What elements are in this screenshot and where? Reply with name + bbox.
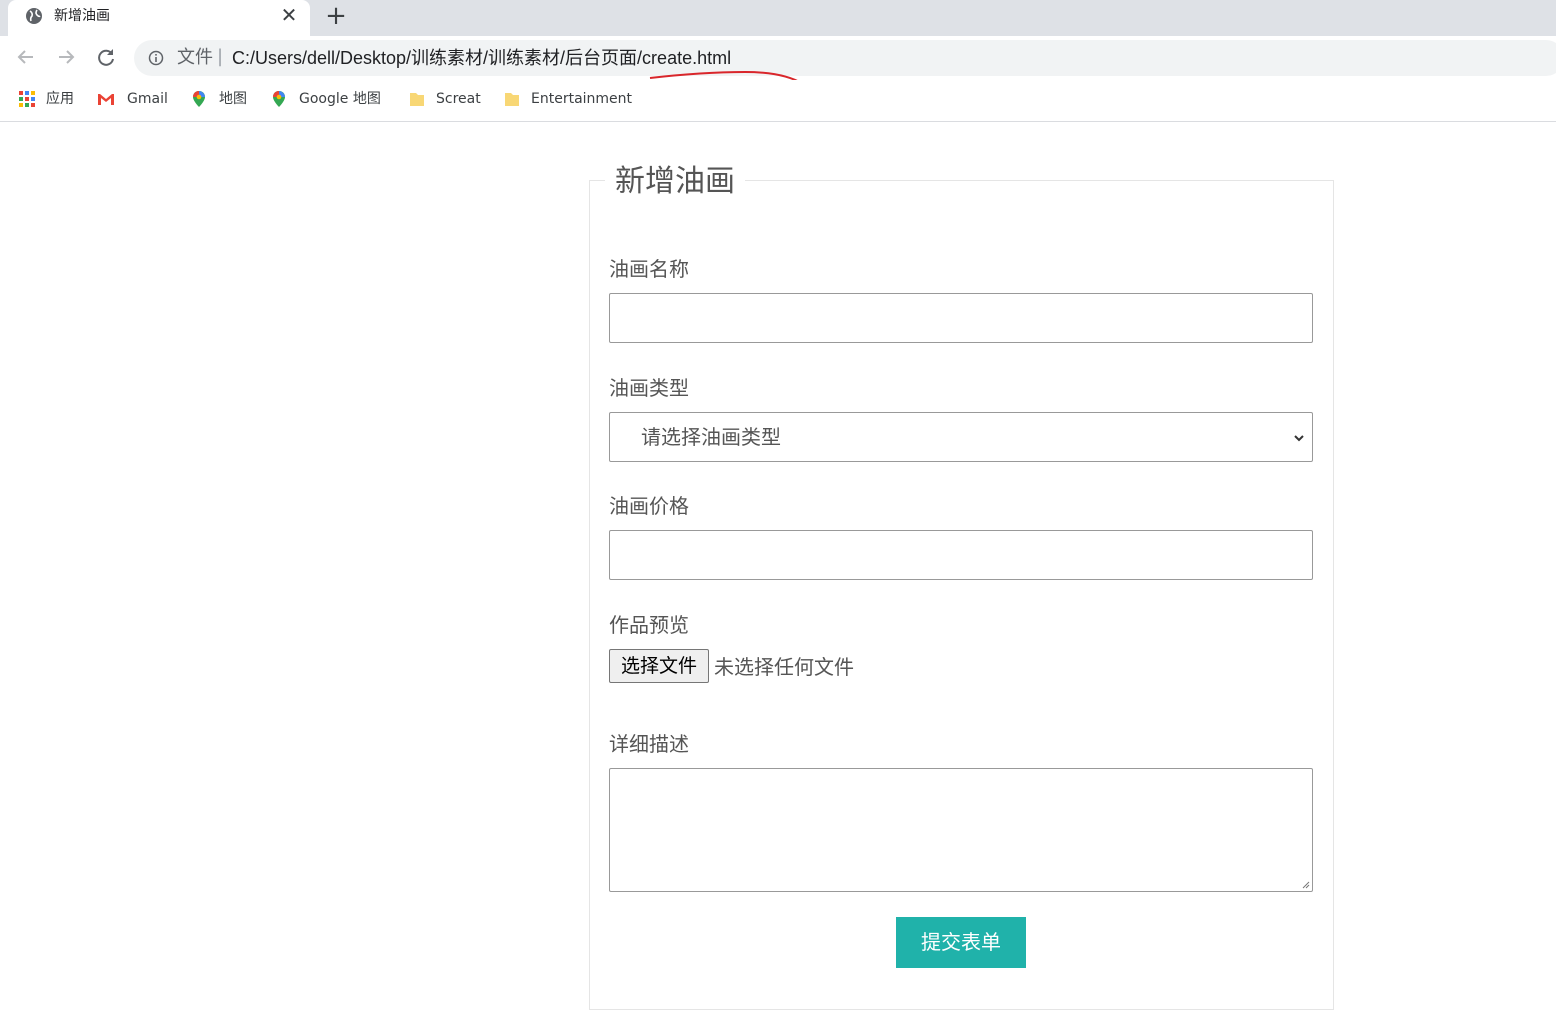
reload-icon[interactable] (93, 44, 119, 70)
info-icon[interactable] (148, 50, 164, 66)
bookmark-maps[interactable]: 地图 (190, 88, 252, 110)
chevron-down-icon (1294, 435, 1304, 442)
back-arrow-icon[interactable] (13, 44, 39, 70)
folder-icon (410, 93, 424, 106)
bookmark-folder-screat[interactable]: Screat (408, 88, 486, 110)
painting-price-label: 油画价格 (609, 494, 689, 518)
browser-tab[interactable]: 新增油画 ✕ (8, 0, 310, 36)
bookmark-google-maps[interactable]: Google 地图 (270, 88, 392, 110)
resize-grip-icon[interactable] (1300, 879, 1310, 889)
tab-strip: 新增油画 ✕ + (0, 0, 1556, 36)
select-value: 请选择油画类型 (641, 425, 781, 449)
new-tab-icon[interactable]: + (322, 2, 350, 30)
painting-name-label: 油画名称 (609, 257, 689, 281)
scheme-separator: | (217, 46, 224, 67)
choose-file-button[interactable]: 选择文件 (609, 649, 709, 683)
bookmark-gmail[interactable]: Gmail (97, 88, 172, 110)
maps-pin-icon (193, 91, 205, 107)
address-bar[interactable]: 文件 | C:/Users/dell/Desktop/训练素材/训练素材/后台页… (134, 40, 1556, 76)
bookmark-folder-entertainment[interactable]: Entertainment (503, 88, 638, 110)
preview-label: 作品预览 (609, 613, 689, 637)
bookmark-apps[interactable]: 应用 (18, 88, 80, 110)
scheme-label: 文件 (177, 47, 213, 68)
bookmark-label: Gmail (127, 91, 168, 107)
tab-title: 新增油画 (54, 8, 110, 24)
bookmark-label: Screat (436, 91, 481, 107)
globe-icon (26, 8, 42, 24)
bookmark-label: 应用 (46, 91, 74, 107)
submit-button[interactable]: 提交表单 (896, 917, 1026, 968)
bookmark-label: 地图 (219, 91, 247, 107)
apps-grid-icon (19, 91, 35, 107)
painting-type-select[interactable]: 请选择油画类型 (609, 412, 1313, 462)
form-legend: 新增油画 (605, 162, 745, 202)
painting-type-label: 油画类型 (609, 376, 689, 400)
painting-name-input[interactable] (609, 293, 1313, 343)
forward-arrow-icon[interactable] (53, 44, 79, 70)
folder-icon (505, 93, 519, 106)
gmail-icon (98, 94, 114, 105)
description-label: 详细描述 (609, 732, 689, 756)
bookmark-label: Google 地图 (299, 91, 381, 107)
bookmark-label: Entertainment (531, 91, 633, 107)
bookmarks-bar: 应用 Gmail 地图 Google 地图 Screat Entertainme… (0, 80, 1556, 122)
maps-pin-icon (273, 91, 285, 107)
close-tab-icon[interactable]: ✕ (278, 4, 300, 26)
description-textarea[interactable] (609, 768, 1313, 892)
file-status-text: 未选择任何文件 (714, 655, 854, 679)
painting-price-input[interactable] (609, 530, 1313, 580)
